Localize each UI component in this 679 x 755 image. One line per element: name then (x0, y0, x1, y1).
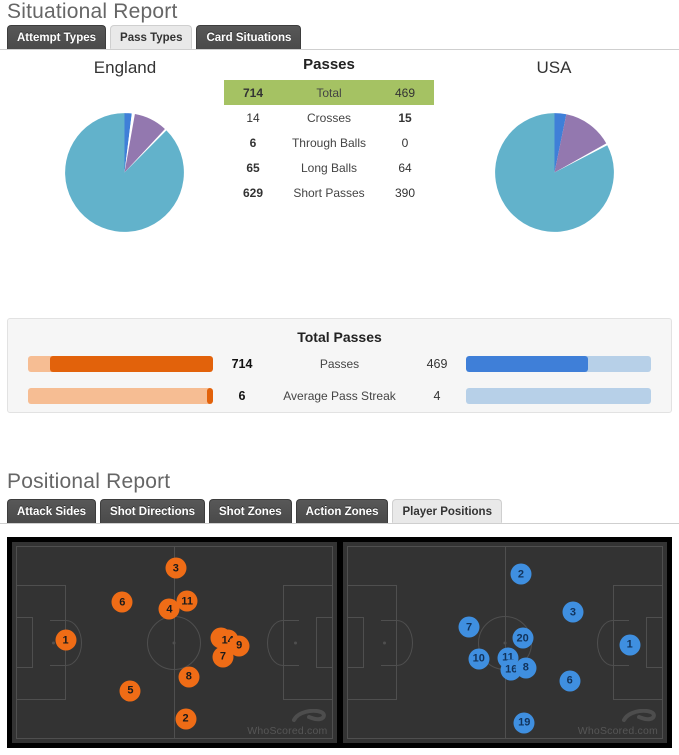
player-marker-11[interactable]: 11 (176, 590, 198, 612)
corner-mark (656, 546, 663, 553)
penalty-spot-right (293, 641, 297, 644)
player-positions-pitches: WhoScored.com 3 6 4 11 1 14 9 7 8 5 2 WhoScored.com… (7, 537, 672, 748)
stat-label: Short Passes (293, 185, 365, 200)
situational-report-title: Situational Report (7, 0, 178, 23)
tab-shot-directions[interactable]: Shot Directions (100, 499, 206, 523)
stat-label: Average Pass Streak (283, 389, 396, 403)
stat-label: Crosses (306, 110, 351, 125)
positional-report-tabs: Attack Sides Shot Directions Shot Zones Act… (0, 498, 679, 524)
home-value: 6 (249, 135, 257, 150)
situational-report-tabs: Attempt Types Pass Types Card Situations (0, 24, 679, 50)
home-value: 714 (224, 80, 282, 105)
total-passes-row: 6 Average Pass Streak 4 (8, 383, 671, 409)
stat-label: Through Balls (291, 135, 367, 150)
home-pass-types-pie-chart (57, 105, 192, 245)
player-marker-20[interactable]: 20 (512, 627, 534, 649)
away-value: 469 (376, 80, 434, 105)
home-bar-track (28, 388, 213, 404)
player-marker-19[interactable]: 19 (513, 712, 535, 734)
away-team-pitch[interactable]: WhoScored.com 2 3 7 20 1 10 11 16 8 6 19 (342, 542, 667, 743)
player-marker-6[interactable]: 6 (111, 591, 133, 613)
corner-mark (16, 732, 23, 739)
player-marker-6[interactable]: 6 (559, 670, 581, 692)
player-marker-2[interactable]: 2 (175, 708, 197, 730)
away-stat-value: 469 (426, 357, 448, 371)
passes-row: 6 Through Balls 0 (224, 130, 434, 155)
home-stat-value: 6 (238, 389, 246, 403)
passes-comparison-block: Passes 714 Total 469 14 Crosses 15 6 Through Ba… (224, 56, 434, 205)
home-value: 65 (246, 160, 260, 175)
situational-positional-report-page: Situational Report Attempt Types Pass Typ… (0, 0, 679, 755)
player-marker-2[interactable]: 2 (510, 563, 532, 585)
player-marker-7[interactable]: 7 (212, 646, 234, 668)
center-spot (503, 641, 507, 644)
situational-report-body: England USA Passes 714 Total 469 14 Crosses 1… (0, 50, 679, 295)
home-stat-value: 714 (231, 357, 253, 371)
away-value: 0 (401, 135, 409, 150)
goal-box-left (16, 617, 33, 668)
home-bar-fill (50, 356, 213, 372)
away-bar-track (466, 356, 651, 372)
player-marker-5[interactable]: 5 (119, 680, 141, 702)
pie-slice (65, 113, 184, 232)
total-passes-title: Total Passes (297, 329, 382, 345)
home-team-name: England (93, 58, 157, 77)
tab-shot-zones[interactable]: Shot Zones (209, 499, 292, 523)
home-bar-fill (207, 388, 213, 404)
tab-player-positions[interactable]: Player Positions (392, 499, 502, 523)
away-value: 64 (398, 160, 412, 175)
tab-pass-types[interactable]: Pass Types (110, 25, 193, 49)
tab-action-zones[interactable]: Action Zones (295, 499, 389, 523)
away-value: 15 (398, 110, 412, 125)
home-team-pitch[interactable]: WhoScored.com 3 6 4 11 1 14 9 7 8 5 2 (12, 542, 337, 743)
home-value: 14 (246, 110, 260, 125)
corner-mark (656, 732, 663, 739)
passes-row: 714 Total 469 (224, 80, 434, 105)
stat-label: Long Balls (300, 160, 358, 175)
passes-row: 65 Long Balls 64 (224, 155, 434, 180)
total-passes-row: 714 Passes 469 (8, 351, 671, 377)
stat-label: Passes (319, 357, 360, 371)
goal-box-left (346, 617, 364, 668)
player-marker-10[interactable]: 10 (468, 648, 490, 670)
goal-box-right (646, 617, 663, 668)
away-value: 390 (394, 185, 416, 200)
home-value: 629 (242, 185, 264, 200)
away-bar-track (466, 388, 651, 404)
passes-table-title: Passes (303, 56, 355, 73)
positional-report-title: Positional Report (7, 470, 171, 493)
home-bar-track (28, 356, 213, 372)
player-marker-1[interactable]: 1 (619, 634, 641, 655)
passes-row: 14 Crosses 15 (224, 105, 434, 130)
corner-mark (346, 732, 354, 739)
penalty-spot-left (382, 641, 386, 644)
tab-card-situations[interactable]: Card Situations (196, 25, 302, 49)
corner-mark (325, 546, 333, 553)
player-marker-8[interactable]: 8 (178, 666, 200, 688)
tab-attempt-types[interactable]: Attempt Types (7, 25, 107, 49)
center-spot (172, 641, 176, 644)
away-pass-types-pie-chart (487, 105, 622, 245)
total-passes-panel: Total Passes 714 Passes 469 6 Average Pass S… (7, 318, 672, 413)
player-marker-3[interactable]: 3 (165, 557, 187, 579)
away-bar-fill (466, 356, 589, 372)
away-team-name: USA (536, 58, 572, 77)
player-marker-3[interactable]: 3 (562, 601, 584, 623)
passes-table: 714 Total 469 14 Crosses 15 6 Through Balls 0 65 L… (224, 80, 434, 205)
away-stat-value: 4 (433, 389, 441, 403)
player-marker-7[interactable]: 7 (458, 616, 480, 638)
positional-report-header: Positional Report Attack Sides Shot Direc… (0, 470, 679, 524)
goal-box-right (315, 617, 333, 668)
corner-mark (346, 546, 354, 553)
player-marker-1[interactable]: 1 (55, 629, 77, 651)
corner-mark (325, 732, 333, 739)
corner-mark (16, 546, 23, 553)
player-marker-8[interactable]: 8 (515, 657, 537, 679)
passes-row: 629 Short Passes 390 (224, 180, 434, 205)
tab-attack-sides[interactable]: Attack Sides (7, 499, 97, 523)
stat-label: Total (282, 80, 376, 105)
